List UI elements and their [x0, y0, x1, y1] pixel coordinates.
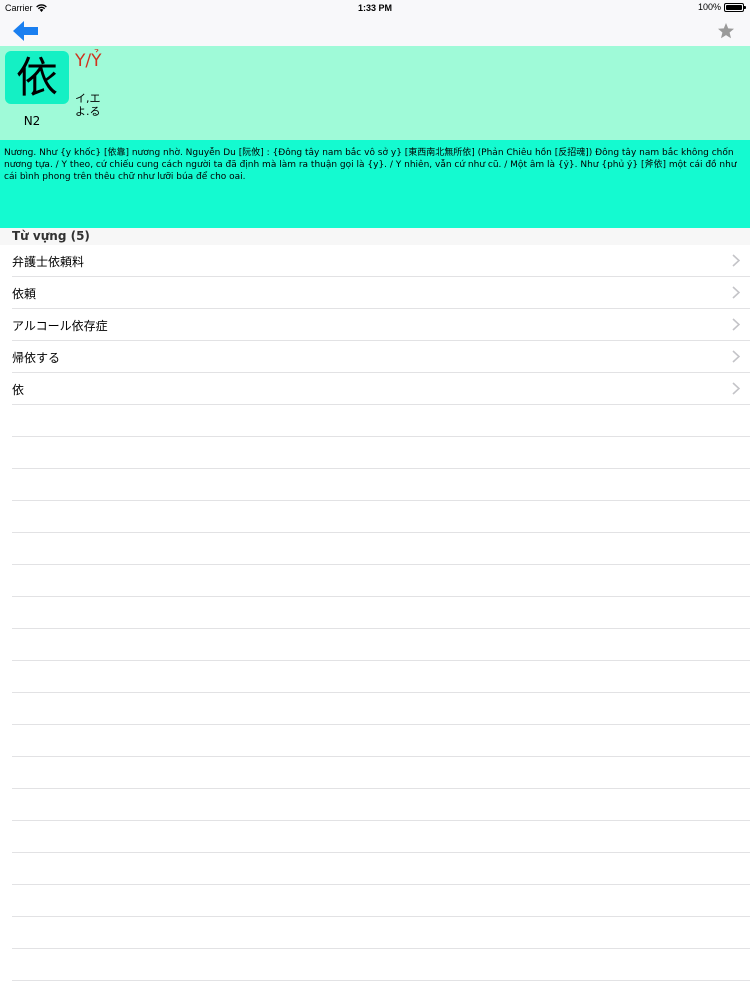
battery-status: 100% — [697, 2, 746, 12]
vocab-section-title: Từ vựng (5) — [12, 229, 90, 243]
kun-reading: よ.る — [75, 105, 101, 118]
back-button[interactable] — [12, 19, 40, 43]
chevron-right-icon — [732, 318, 740, 331]
kana-readings: イ,エ よ.る — [75, 92, 101, 118]
vocab-list: 弁護士依頼料 依頼 アルコール依存症 帰依する 依 — [0, 245, 750, 405]
vocab-word: 依 — [12, 383, 25, 397]
empty-row — [0, 661, 750, 693]
vocab-word: アルコール依存症 — [12, 319, 108, 333]
vocab-row[interactable]: 依 — [0, 373, 750, 405]
empty-row — [0, 565, 750, 597]
empty-row — [0, 853, 750, 885]
kanji-character: 依 — [5, 51, 69, 104]
empty-row — [0, 629, 750, 661]
empty-row — [0, 789, 750, 821]
star-icon — [718, 23, 734, 39]
meaning-panel: Nương. Như {y khốc} [依靠] nương nhờ. Nguy… — [0, 140, 750, 228]
empty-row — [0, 501, 750, 533]
empty-row — [0, 533, 750, 565]
vocab-word: 弁護士依頼料 — [12, 255, 85, 269]
vocab-row[interactable]: アルコール依存症 — [0, 309, 750, 341]
empty-row — [0, 885, 750, 917]
favorite-button[interactable] — [716, 21, 736, 41]
vocab-word: 依頼 — [12, 287, 37, 301]
meaning-text: Nương. Như {y khốc} [依靠] nương nhờ. Nguy… — [4, 148, 737, 182]
empty-row — [0, 757, 750, 789]
empty-row — [0, 597, 750, 629]
vocab-word: 帰依する — [12, 351, 61, 365]
kanji-header: 依 N2 Y/Ỷ イ,エ よ.る — [0, 46, 750, 140]
vocab-row[interactable]: 帰依する — [0, 341, 750, 373]
chevron-right-icon — [732, 254, 740, 267]
status-time: 1:33 PM — [357, 3, 392, 13]
empty-row — [0, 917, 750, 949]
vocab-row[interactable]: 弁護士依頼料 — [0, 245, 750, 277]
chevron-right-icon — [732, 286, 740, 299]
battery-fill — [726, 4, 742, 10]
battery-percent: 100% — [697, 2, 721, 12]
vocab-section-header: Từ vựng (5) — [0, 228, 750, 245]
han-viet-reading: Y/Ỷ — [75, 51, 102, 71]
empty-row — [0, 469, 750, 501]
back-arrow-icon — [13, 21, 38, 41]
empty-row — [0, 405, 750, 437]
empty-table-area — [0, 405, 750, 1000]
empty-row — [0, 821, 750, 853]
empty-row — [0, 949, 750, 981]
battery-icon — [724, 2, 746, 12]
nav-bar — [0, 16, 750, 46]
empty-row — [0, 437, 750, 469]
empty-row — [0, 725, 750, 757]
jlpt-level: N2 — [23, 114, 41, 128]
status-bar: Carrier 1:33 PM 100% — [0, 0, 750, 16]
on-reading: イ,エ — [75, 92, 101, 105]
chevron-right-icon — [732, 350, 740, 363]
chevron-right-icon — [732, 382, 740, 395]
empty-row — [0, 693, 750, 725]
vocab-row[interactable]: 依頼 — [0, 277, 750, 309]
